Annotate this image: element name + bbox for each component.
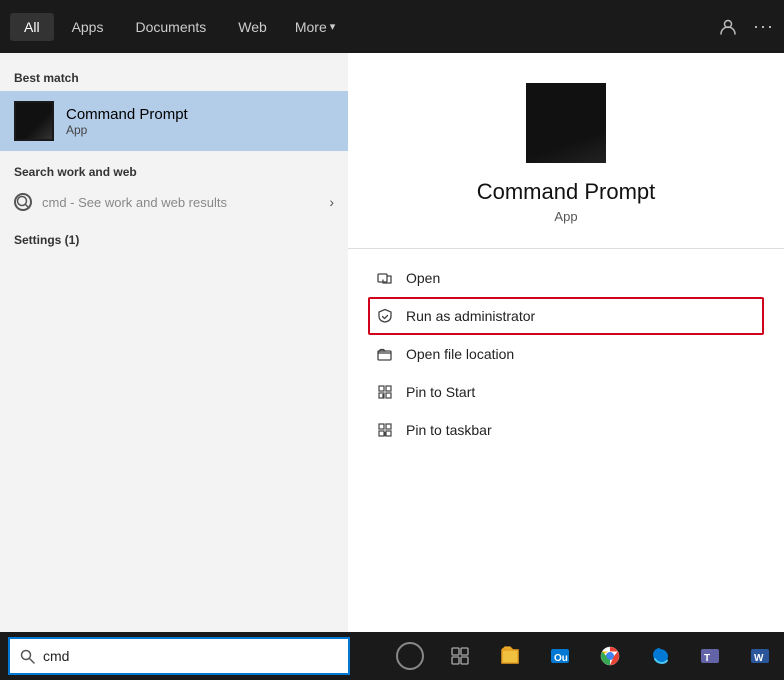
action-list: Open Run as administrator xyxy=(348,259,784,449)
tab-web[interactable]: Web xyxy=(224,13,281,41)
tab-apps[interactable]: Apps xyxy=(58,13,118,41)
nav-icons: ··· xyxy=(719,16,774,37)
pin-taskbar-icon xyxy=(376,421,394,439)
open-file-location-label: Open file location xyxy=(406,346,514,362)
action-pin-to-taskbar[interactable]: Pin to taskbar xyxy=(368,411,764,449)
best-match-label: Best match xyxy=(0,67,348,91)
arrow-right-icon: › xyxy=(329,194,334,210)
shield-icon xyxy=(376,307,394,325)
tab-more[interactable]: More ▾ xyxy=(285,13,345,41)
action-open[interactable]: Open xyxy=(368,259,764,297)
top-nav: All Apps Documents Web More ▾ ··· xyxy=(0,0,784,53)
taskbar-edge[interactable] xyxy=(636,632,684,680)
action-open-file-location[interactable]: Open file location xyxy=(368,335,764,373)
search-work-item[interactable]: cmd - See work and web results › xyxy=(0,185,348,219)
search-work-label: Search work and web xyxy=(0,151,348,185)
action-pin-to-start[interactable]: Pin to Start xyxy=(368,373,764,411)
settings-label: Settings (1) xyxy=(0,219,348,251)
svg-text:Ou: Ou xyxy=(554,653,568,664)
app-name: Command Prompt xyxy=(477,179,656,205)
tab-documents[interactable]: Documents xyxy=(121,13,220,41)
taskbar-word[interactable]: W xyxy=(736,632,784,680)
chevron-down-icon: ▾ xyxy=(330,20,336,33)
svg-text:T: T xyxy=(704,653,710,664)
start-circle-icon xyxy=(396,642,424,670)
taskbar-teams[interactable]: T xyxy=(686,632,734,680)
left-panel: Best match Command Prompt App Search wor… xyxy=(0,53,348,673)
best-match-sub: App xyxy=(66,123,188,137)
taskbar-outlook[interactable]: Ou xyxy=(536,632,584,680)
main-content: Best match Command Prompt App Search wor… xyxy=(0,53,784,673)
more-label: More xyxy=(295,19,327,35)
search-bar-icon xyxy=(20,649,35,664)
best-match-name: Command Prompt xyxy=(66,106,188,123)
search-circle-icon xyxy=(14,193,32,211)
search-work-suffix: - See work and web results xyxy=(67,195,227,210)
taskbar: cmd Ou xyxy=(0,632,784,680)
open-label: Open xyxy=(406,270,440,286)
open-icon xyxy=(376,269,394,287)
cmd-icon-inner xyxy=(16,103,52,139)
taskbar-icons: Ou T xyxy=(350,632,784,680)
run-as-admin-label: Run as administrator xyxy=(406,308,535,324)
pin-to-taskbar-label: Pin to taskbar xyxy=(406,422,492,438)
taskbar-task-view[interactable] xyxy=(436,632,484,680)
best-match-text: Command Prompt App xyxy=(66,106,188,137)
pin-to-start-label: Pin to Start xyxy=(406,384,475,400)
best-match-item[interactable]: Command Prompt App xyxy=(0,91,348,151)
svg-text:W: W xyxy=(754,653,764,664)
search-bar-text: cmd xyxy=(43,648,69,664)
cmd-app-icon xyxy=(14,101,54,141)
taskbar-chrome[interactable] xyxy=(586,632,634,680)
taskbar-start-button[interactable] xyxy=(386,632,434,680)
divider xyxy=(348,248,784,249)
app-type: App xyxy=(554,209,577,224)
right-panel: Command Prompt App Open xyxy=(348,53,784,673)
action-run-as-admin[interactable]: Run as administrator xyxy=(368,297,764,335)
search-work-text: cmd - See work and web results xyxy=(42,195,319,210)
tab-all[interactable]: All xyxy=(10,13,54,41)
ellipsis-icon[interactable]: ··· xyxy=(753,16,774,37)
taskbar-file-explorer[interactable] xyxy=(486,632,534,680)
person-icon[interactable] xyxy=(719,18,737,36)
search-bar[interactable]: cmd xyxy=(8,637,350,675)
pin-start-icon xyxy=(376,383,394,401)
folder-location-icon xyxy=(376,345,394,363)
app-big-icon xyxy=(526,83,606,163)
